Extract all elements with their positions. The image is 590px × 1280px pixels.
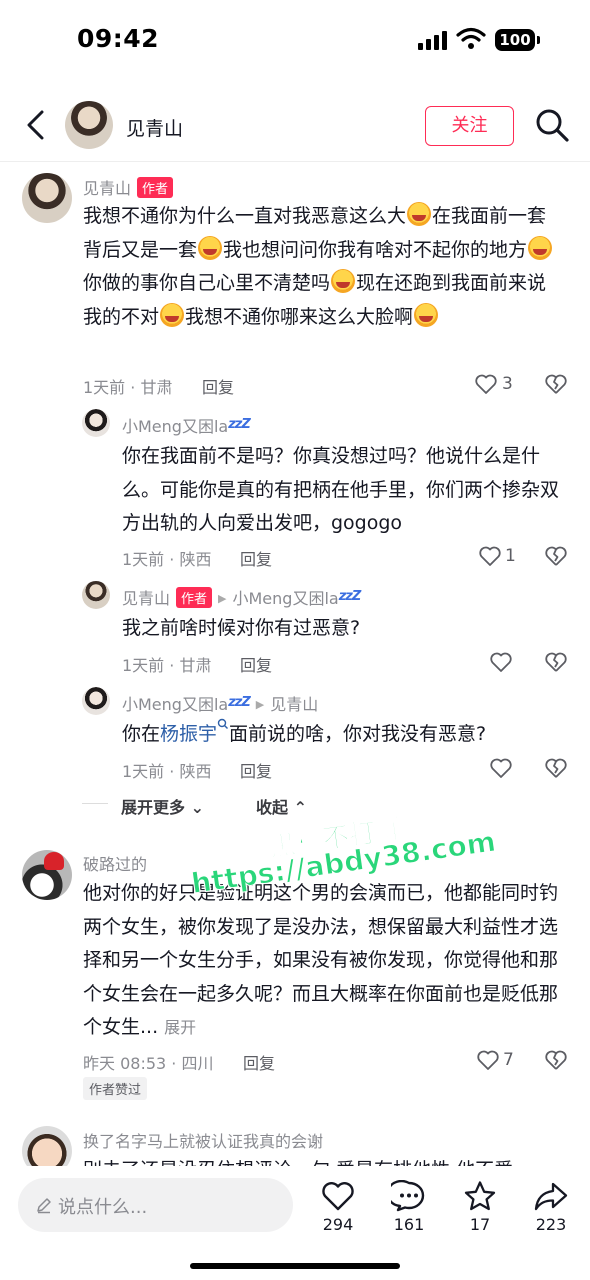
comment-text[interactable]: 你在我面前不是吗？你真没想过吗？他说什么是什么。可能你是真的有把柄在他手里，你们… xyxy=(122,440,562,541)
chevron-down-icon: ⌄ xyxy=(190,798,204,817)
comment-text[interactable]: 他对你的好只是验证明这个男的会演而已，他都能同时钓两个女生，被你发现了是没办法，… xyxy=(83,877,563,1045)
comment-meta: 1天前 · 陕西 xyxy=(122,762,212,781)
author-liked-badge: 作者赞过 xyxy=(83,1077,148,1100)
commenter-name[interactable]: 小Meng又困lazzZ ▶ 见青山 xyxy=(122,691,318,715)
reply-button[interactable]: 回复 xyxy=(240,652,272,676)
comment-meta: 1天前 · 陕西 xyxy=(122,550,212,569)
laugh-cry-emoji-icon xyxy=(407,202,432,226)
back-icon[interactable] xyxy=(20,108,50,142)
header: 见青山 关注 xyxy=(0,90,590,162)
santa-hat-icon xyxy=(44,852,64,870)
like-count: 294 xyxy=(322,1215,354,1234)
comment-button[interactable]: 161 xyxy=(384,1180,434,1234)
heart-icon[interactable] xyxy=(474,372,498,396)
divider xyxy=(82,803,108,804)
laugh-cry-emoji-icon xyxy=(414,302,439,327)
search-icon[interactable] xyxy=(217,718,229,732)
expand-text-button[interactable]: 展开 xyxy=(164,1018,196,1037)
laugh-cry-emoji-icon xyxy=(528,235,553,260)
favorite-count: 17 xyxy=(469,1215,491,1234)
laugh-cry-emoji-icon xyxy=(160,302,185,327)
comment-bubble-icon xyxy=(391,1180,425,1212)
commenter-name-text: 见青山 xyxy=(83,179,132,198)
status-bar: 09:42 100 xyxy=(0,0,590,80)
sleep-zzz-icon: zzZ xyxy=(228,695,251,710)
heart-icon[interactable] xyxy=(489,650,513,674)
commenter-avatar[interactable] xyxy=(82,581,110,609)
like-count: 7 xyxy=(503,1050,514,1070)
reply-button[interactable]: 回复 xyxy=(240,546,272,570)
commenter-name[interactable]: 见青山 作者 ▶ 小Meng又困lazzZ xyxy=(122,585,362,609)
commenter-name[interactable]: 破路过的 xyxy=(83,851,147,875)
comment-meta: 昨天 08:53 · 四川 xyxy=(83,1054,214,1073)
author-tag: 作者 xyxy=(137,177,174,198)
like-count: 1 xyxy=(505,546,516,566)
laugh-cry-emoji-icon xyxy=(331,269,356,293)
reply-arrow-icon: ▶ xyxy=(218,592,227,605)
collapse-button[interactable]: 收起 ⌃ xyxy=(256,794,307,818)
sleep-zzz-icon: zzZ xyxy=(228,417,251,432)
chevron-up-icon: ⌃ xyxy=(293,798,307,817)
signal-icon xyxy=(418,30,448,50)
heart-icon[interactable] xyxy=(478,544,502,568)
share-button[interactable]: 223 xyxy=(526,1180,576,1234)
reply-arrow-icon: ▶ xyxy=(255,698,265,711)
commenter-avatar[interactable] xyxy=(22,173,72,223)
pencil-icon xyxy=(37,1198,51,1214)
commenter-avatar[interactable] xyxy=(82,409,110,437)
broken-heart-icon[interactable] xyxy=(544,544,568,568)
heart-icon[interactable] xyxy=(489,756,513,780)
star-icon xyxy=(464,1181,496,1211)
broken-heart-icon[interactable] xyxy=(544,372,568,396)
author-avatar[interactable] xyxy=(65,101,113,149)
commenter-name[interactable]: 换了名字马上就被认证我真的会谢 xyxy=(83,1128,323,1152)
search-icon[interactable] xyxy=(534,107,570,143)
author-name[interactable]: 见青山 xyxy=(126,114,183,141)
commenter-name[interactable]: 小Meng又困lazzZ xyxy=(122,413,251,437)
heart-icon[interactable] xyxy=(476,1048,500,1072)
heart-icon xyxy=(322,1182,354,1211)
expand-more-button[interactable]: 展开更多 ⌄ xyxy=(121,794,204,818)
reply-button[interactable]: 回复 xyxy=(240,758,272,782)
broken-heart-icon[interactable] xyxy=(544,756,568,780)
author-tag: 作者 xyxy=(176,587,213,608)
like-button[interactable]: 294 xyxy=(313,1180,363,1234)
sleep-zzz-icon: zzZ xyxy=(338,589,362,604)
share-arrow-icon xyxy=(534,1182,568,1211)
comment-text[interactable]: 我之前啥时候对你有过恶意? xyxy=(122,612,562,646)
comment-input-placeholder: 说点什么... xyxy=(58,1197,148,1218)
battery-icon: 100 xyxy=(495,29,540,51)
comment-meta: 1天前 · 甘肃 xyxy=(83,378,173,397)
comment-count: 161 xyxy=(393,1215,425,1234)
wifi-icon xyxy=(456,27,486,49)
mention-link[interactable]: 杨振宇 xyxy=(160,723,217,745)
commenter-name[interactable]: 见青山 作者 xyxy=(83,175,174,199)
commenter-avatar[interactable] xyxy=(82,687,110,715)
comment-input[interactable]: 说点什么... xyxy=(18,1178,293,1232)
follow-button[interactable]: 关注 xyxy=(425,106,514,146)
comment-text[interactable]: 我想不通你为什么一直对我恶意这么大 在我面前一套背后又是一套 我也想问问你我有啥对不… xyxy=(83,200,563,334)
favorite-button[interactable]: 17 xyxy=(455,1180,505,1234)
broken-heart-icon[interactable] xyxy=(544,650,568,674)
home-indicator xyxy=(190,1263,400,1269)
commenter-avatar[interactable] xyxy=(22,850,72,900)
share-count: 223 xyxy=(535,1215,567,1234)
like-count: 3 xyxy=(502,374,513,394)
reply-button[interactable]: 回复 xyxy=(202,374,234,398)
comment-text[interactable]: 你在杨振宇 面前说的啥，你对我没有恶意? xyxy=(122,718,562,752)
laugh-cry-emoji-icon xyxy=(198,235,223,260)
comment-meta: 1天前 · 甘肃 xyxy=(122,656,212,675)
status-time: 09:42 xyxy=(77,24,160,53)
broken-heart-icon[interactable] xyxy=(544,1048,568,1072)
reply-button[interactable]: 回复 xyxy=(243,1050,275,1074)
